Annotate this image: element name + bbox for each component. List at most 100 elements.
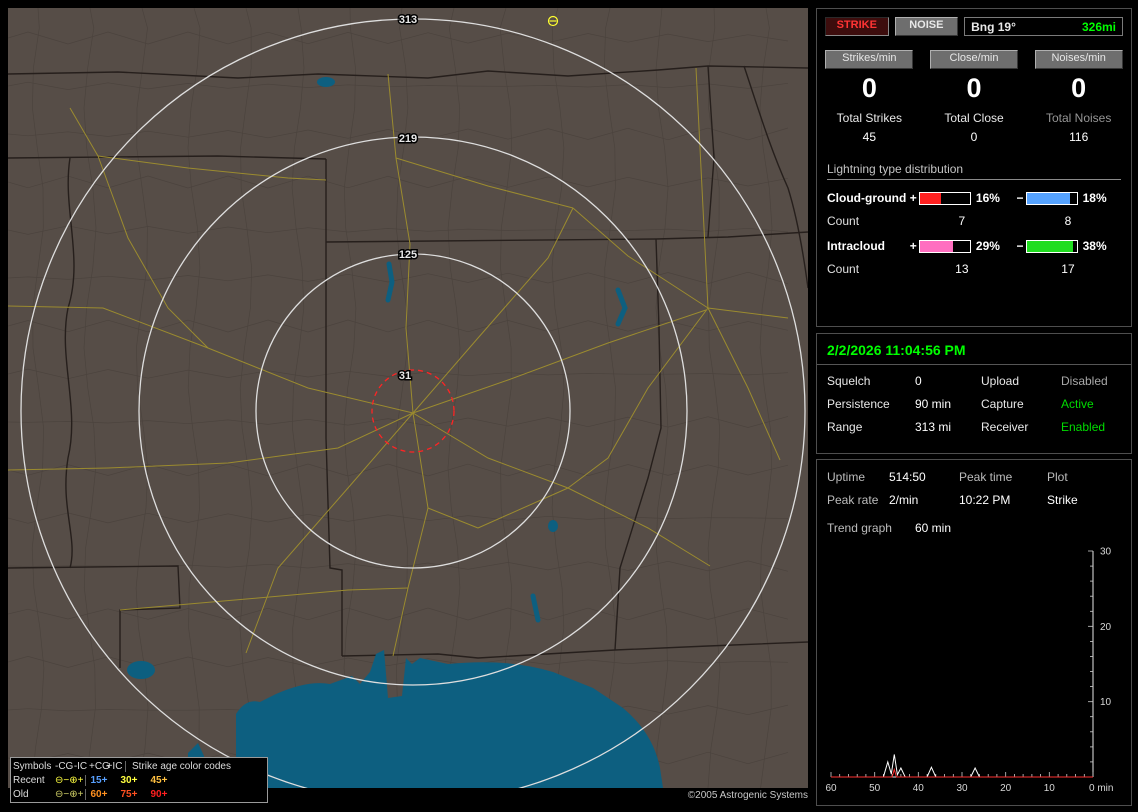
legend-old-symbols: ⊖−⊕+ [55, 789, 83, 800]
age-code: 45+ [150, 774, 168, 786]
bearing-display: Bng 19° 326mi [964, 17, 1124, 36]
legend-old-label: Old [13, 788, 29, 800]
map-legend: Symbols -CG -IC +CG +IC Strike age color… [10, 757, 268, 803]
strike-summary-panel: STRIKE NOISE Bng 19° 326mi Strikes/min 0… [816, 8, 1132, 327]
close-per-min-button[interactable]: Close/min [930, 50, 1018, 69]
age-code: 75+ [120, 788, 138, 800]
cg-plus-count: 7 [958, 214, 966, 228]
ring-label-31: 31 [399, 370, 411, 382]
status-row: Persistence 90 min Capture Active [817, 397, 1131, 411]
legend-recent-row: Recent ⊖−⊕+ 15+ 30+ 45+ [13, 773, 265, 787]
strikes-per-min-button[interactable]: Strikes/min [825, 50, 914, 69]
ic-plus-count: 13 [955, 262, 969, 276]
upload-status: Disabled [1061, 374, 1108, 388]
map-canvas[interactable]: 313 219 125 31 [7, 7, 809, 804]
receiver-label: Receiver [981, 420, 1029, 434]
status-panel: 2/2/2026 11:04:56 PM Squelch 0 Upload Di… [816, 333, 1132, 454]
cloud-ground-row: Cloud-ground + 16% − 18% [827, 191, 1121, 205]
plus-icon: + [77, 774, 84, 786]
legend-col-neg-ic: -IC [73, 760, 88, 772]
legend-recent-label: Recent [13, 774, 45, 786]
ic-minus-pct: 38% [1082, 239, 1107, 253]
svg-text:0 min: 0 min [1089, 783, 1113, 794]
ring-label-313: 313 [399, 14, 417, 26]
capture-status: Active [1061, 397, 1094, 411]
svg-text:60: 60 [825, 783, 837, 794]
plus-sign: + [909, 191, 917, 205]
intracloud-label: Intracloud [827, 239, 886, 253]
legend-symbols-header: Symbols [13, 760, 52, 772]
peak-rate-row: Peak rate 2/min 10:22 PM Strike [817, 493, 1131, 507]
legend-header-row: Symbols -CG -IC +CG +IC Strike age color… [13, 759, 265, 773]
uptime-label: Uptime [827, 470, 866, 484]
uptime-value: 514:50 [889, 470, 926, 484]
trend-panel: Uptime 514:50 Peak time Plot Peak rate 2… [816, 459, 1132, 806]
count-label: Count [827, 262, 860, 276]
total-strikes-label: Total Strikes [836, 111, 903, 125]
minus-sign: − [1016, 239, 1024, 253]
noises-counter: Noises/min 0 Total Noises 116 [1026, 50, 1131, 144]
plus-sign: + [909, 239, 917, 253]
legend-recent-symbols: ⊖−⊕+ [55, 775, 83, 786]
range-label: Range [827, 420, 863, 434]
squelch-label: Squelch [827, 374, 871, 388]
cloud-ground-label: Cloud-ground [827, 191, 907, 205]
peak-rate-label: Peak rate [827, 493, 879, 507]
strike-mode-button[interactable]: STRIKE [825, 17, 889, 36]
trend-graph-label: Trend graph [827, 521, 892, 535]
peak-time-value: 10:22 PM [959, 493, 1011, 507]
intracloud-count-row: Count 13 17 [827, 262, 1121, 276]
status-row: Squelch 0 Upload Disabled [817, 374, 1131, 388]
total-close-value: 0 [970, 130, 978, 144]
distribution-title: Lightning type distribution [827, 162, 1121, 180]
minus-sign: − [1016, 191, 1024, 205]
strikes-per-min-value: 0 [861, 73, 877, 103]
plus-icon: + [77, 788, 84, 800]
svg-text:10: 10 [1044, 783, 1056, 794]
close-per-min-value: 0 [966, 73, 982, 103]
ring-label-219: 219 [399, 133, 417, 145]
total-strikes-value: 45 [862, 130, 877, 144]
lightning-type-distribution: Lightning type distribution Cloud-ground… [817, 162, 1131, 276]
total-close-label: Total Close [944, 111, 1004, 125]
cg-minus-count: 8 [1064, 214, 1072, 228]
age-code: 15+ [90, 774, 108, 786]
upload-label: Upload [981, 374, 1020, 388]
cg-minus-bar [1025, 191, 1078, 205]
age-code: 90+ [150, 788, 168, 800]
legend-old-ages: 60+ 75+ 90+ [85, 788, 265, 800]
capture-label: Capture [981, 397, 1024, 411]
datetime-display: 2/2/2026 11:04:56 PM [817, 334, 1131, 365]
cg-plus-bar [919, 191, 971, 205]
ic-plus-pct: 29% [975, 239, 1000, 253]
persistence-value: 90 min [915, 397, 952, 411]
noises-per-min-value: 0 [1071, 73, 1087, 103]
cg-minus-pct: 18% [1082, 191, 1107, 205]
trend-graph-row: Trend graph 60 min [817, 521, 1131, 535]
status-row: Range 313 mi Receiver Enabled [817, 420, 1131, 434]
total-noises-label: Total Noises [1045, 111, 1112, 125]
map-area: 313 219 125 31 [7, 7, 809, 804]
svg-text:30: 30 [956, 783, 968, 794]
svg-text:30: 30 [1100, 547, 1112, 558]
legend-col-neg-cg: -CG [55, 760, 74, 772]
close-counter: Close/min 0 Total Close 0 [922, 50, 1027, 144]
range-value: 313 mi [915, 420, 952, 434]
bearing-range-value: 326mi [1081, 19, 1117, 34]
total-noises-value: 116 [1069, 130, 1089, 144]
noises-per-min-button[interactable]: Noises/min [1034, 50, 1123, 69]
svg-text:20: 20 [1100, 622, 1112, 633]
ring-label-125: 125 [399, 249, 417, 261]
strikes-counter: Strikes/min 0 Total Strikes 45 [817, 50, 922, 144]
legend-col-pos-ic: +IC [106, 760, 123, 772]
noise-mode-button[interactable]: NOISE [894, 17, 959, 36]
svg-text:20: 20 [1000, 783, 1012, 794]
legend-age-header: Strike age color codes [125, 760, 265, 772]
cg-plus-pct: 16% [975, 191, 1000, 205]
uptime-row: Uptime 514:50 Peak time Plot [817, 470, 1131, 484]
peak-time-label: Peak time [959, 470, 1013, 484]
mode-header-row: STRIKE NOISE Bng 19° 326mi [817, 9, 1131, 36]
ic-minus-count: 17 [1061, 262, 1075, 276]
trend-window-value: 60 min [915, 521, 952, 535]
circle-plus-icon: ⊕ [69, 774, 78, 786]
